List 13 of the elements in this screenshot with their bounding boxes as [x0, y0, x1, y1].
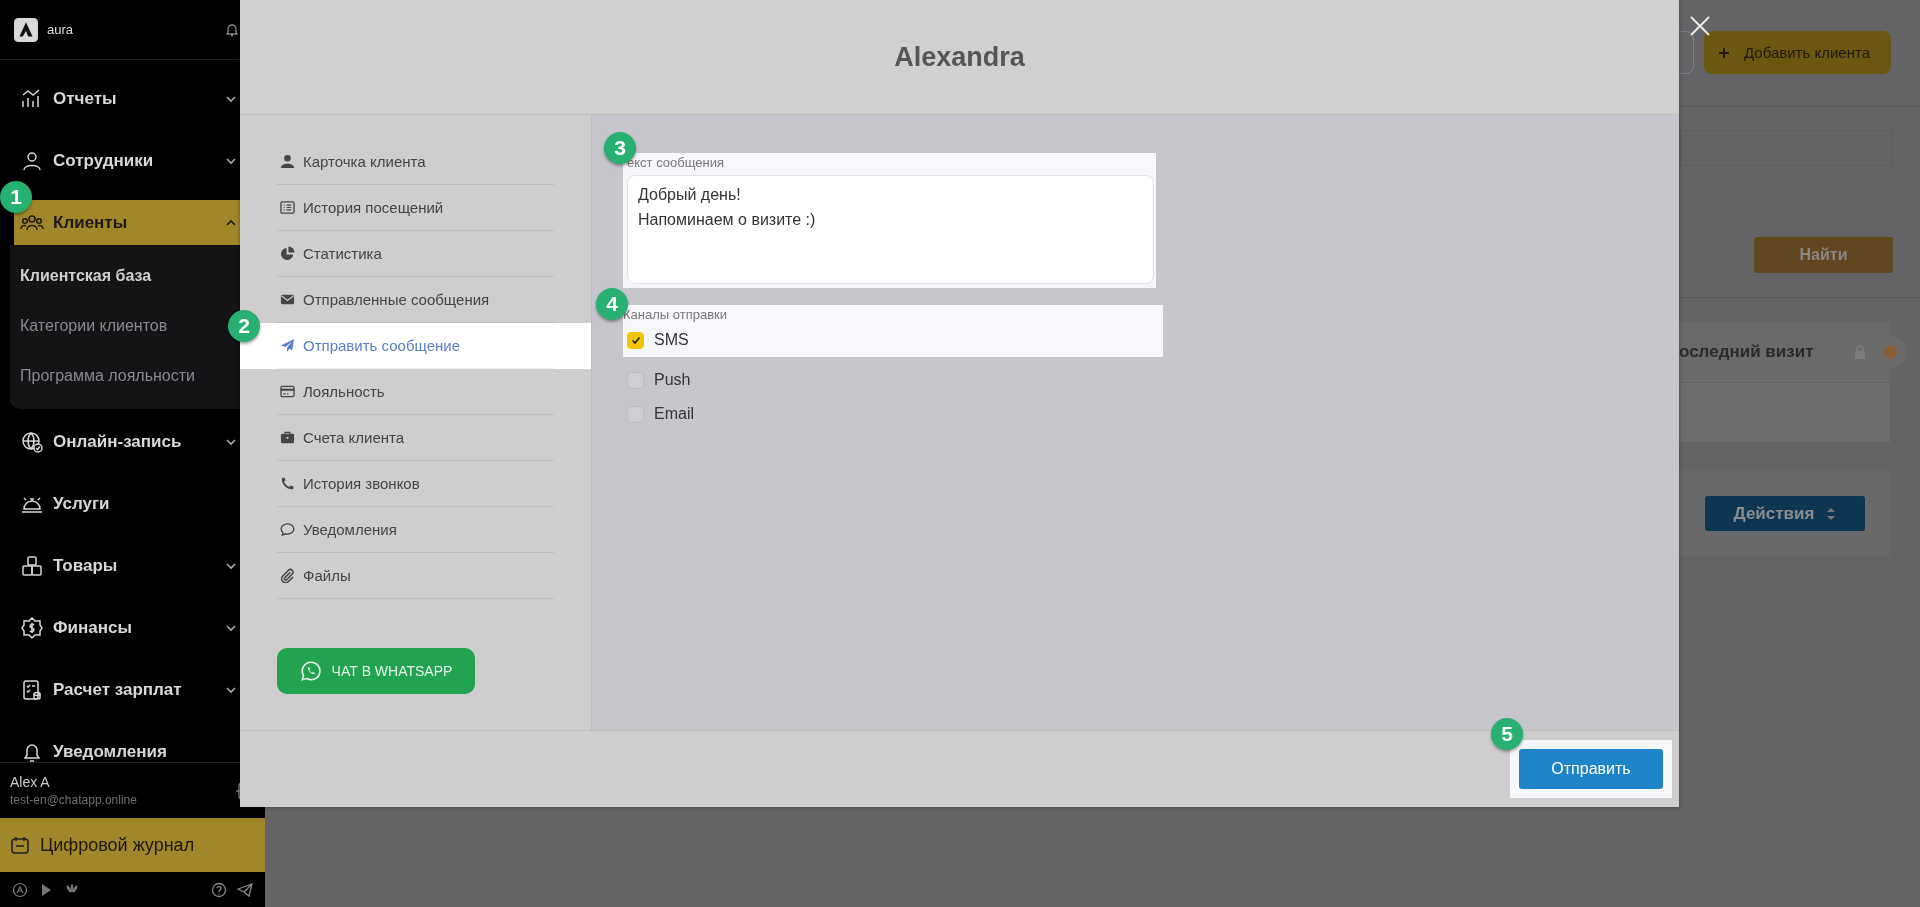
field-label: екст сообщения — [627, 154, 725, 172]
field-label: Каналы отправки — [623, 306, 728, 324]
step-badge: 1 — [0, 181, 32, 213]
user-name: Alex A — [10, 774, 51, 790]
step-badge: 5 — [1491, 718, 1523, 750]
column-header: оследний визит — [1679, 342, 1815, 362]
brand-name: aura — [47, 22, 75, 37]
user-email: test-en@chatapp.online — [10, 793, 138, 807]
dialog-title: Alexandra — [894, 41, 1025, 73]
checkbox-label: Email — [654, 405, 694, 423]
checkbox-label: Push — [654, 371, 691, 389]
checkbox-label: SMS — [654, 331, 689, 349]
step-badge: 2 — [228, 310, 260, 342]
